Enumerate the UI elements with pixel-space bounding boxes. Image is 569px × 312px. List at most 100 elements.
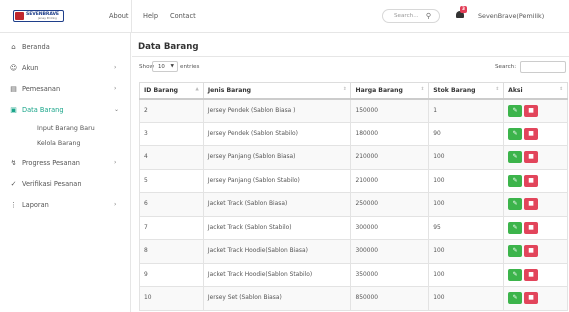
sort-icon: ⇕ bbox=[420, 87, 425, 92]
table-row: 7 Jacket Track (Sablon Stabilo) 300000 95 ✎ ■ bbox=[139, 215, 568, 240]
sidebar-item-verifikasi-pesanan[interactable]: Verifikasi Pesanan bbox=[22, 180, 82, 188]
cell-stok-barang: 100 bbox=[428, 145, 505, 170]
pencil-icon: ✎ bbox=[512, 176, 518, 184]
pencil-icon: ✎ bbox=[512, 294, 518, 302]
column-header-label: ID Barang bbox=[144, 86, 179, 94]
column-header-label: Harga Barang bbox=[355, 86, 403, 94]
edit-button[interactable]: ✎ bbox=[508, 198, 523, 211]
sidebar-item-pemesanan[interactable]: Pemesanan bbox=[22, 85, 60, 93]
main-content: Data Barang Show 10 ▼ entries Search: ID… bbox=[132, 33, 569, 312]
brand-logo[interactable]: SEVENBRAVE Jersey Printing bbox=[13, 10, 64, 22]
cell-jenis-barang: Jersey Pendek (Sablon Stabilo) bbox=[202, 121, 352, 146]
sidebar-subitem-kelola-barang[interactable]: Kelola Barang bbox=[37, 140, 81, 147]
delete-button[interactable]: ■ bbox=[524, 104, 539, 117]
report-icon: ⋮ bbox=[10, 201, 17, 209]
trash-icon: ■ bbox=[528, 176, 534, 184]
delete-button[interactable]: ■ bbox=[524, 268, 539, 281]
logo-subtext: Jersey Printing bbox=[38, 17, 57, 20]
column-header-harga-barang[interactable]: Harga Barang ⇕ bbox=[350, 82, 430, 100]
delete-button[interactable]: ■ bbox=[524, 127, 539, 140]
caret-down-icon: ▼ bbox=[170, 64, 174, 69]
sidebar-item-akun[interactable]: Akun bbox=[22, 64, 38, 72]
cell-stok-barang: 100 bbox=[428, 239, 505, 264]
top-navbar: SEVENBRAVE Jersey Printing About Help Co… bbox=[0, 0, 569, 33]
user-icon: ☺ bbox=[9, 64, 18, 72]
cell-harga-barang: 150000 bbox=[350, 98, 430, 123]
cell-jenis-barang: Jacket Track Hoodie(Sablon Biasa) bbox=[202, 239, 352, 264]
edit-button[interactable]: ✎ bbox=[508, 245, 523, 258]
box-icon: ▣ bbox=[10, 106, 17, 114]
cell-harga-barang: 210000 bbox=[350, 168, 430, 193]
chevron-down-icon: ⌄ bbox=[114, 106, 120, 113]
pencil-icon: ✎ bbox=[512, 200, 518, 208]
cell-aksi: ✎ ■ bbox=[503, 192, 568, 217]
cell-stok-barang: 100 bbox=[428, 168, 505, 193]
cell-id-barang: 9 bbox=[139, 262, 204, 287]
logo-mark bbox=[15, 12, 24, 20]
cell-id-barang: 7 bbox=[139, 215, 204, 240]
cell-id-barang: 3 bbox=[139, 121, 204, 146]
cell-id-barang: 4 bbox=[139, 145, 204, 170]
table-search-input[interactable] bbox=[520, 61, 566, 73]
pencil-icon: ✎ bbox=[512, 247, 518, 255]
cell-id-barang: 8 bbox=[139, 239, 204, 264]
delete-button[interactable]: ■ bbox=[524, 198, 539, 211]
edit-button[interactable]: ✎ bbox=[508, 104, 523, 117]
sort-icon: ⇕ bbox=[342, 87, 347, 92]
edit-button[interactable]: ✎ bbox=[508, 127, 523, 140]
column-header-stok-barang[interactable]: Stok Barang ⇕ bbox=[428, 82, 505, 100]
cell-harga-barang: 210000 bbox=[350, 145, 430, 170]
table-row: 10 Jersey Set (Sablon Biasa) 850000 100 ✎ ■ bbox=[139, 286, 568, 311]
entries-per-page-select[interactable]: 10 ▼ bbox=[152, 61, 178, 72]
edit-button[interactable]: ✎ bbox=[508, 221, 523, 234]
cell-stok-barang: 1 bbox=[428, 98, 505, 123]
trash-icon: ■ bbox=[528, 129, 534, 137]
delete-button[interactable]: ■ bbox=[524, 174, 539, 187]
edit-button[interactable]: ✎ bbox=[508, 268, 523, 281]
cell-aksi: ✎ ■ bbox=[503, 145, 568, 170]
page-title: Data Barang bbox=[138, 42, 199, 52]
cell-id-barang: 5 bbox=[139, 168, 204, 193]
cell-aksi: ✎ ■ bbox=[503, 98, 568, 123]
search-icon[interactable]: ⚲ bbox=[426, 12, 431, 20]
sidebar-subitem-input-barang-baru[interactable]: Input Barang Baru bbox=[37, 125, 95, 132]
edit-button[interactable]: ✎ bbox=[508, 174, 523, 187]
help-link[interactable]: Help bbox=[143, 12, 158, 20]
sidebar-item-beranda[interactable]: Beranda bbox=[22, 43, 50, 51]
contact-link[interactable]: Contact bbox=[170, 12, 196, 20]
sidebar: ⌂ Beranda ☺ Akun › ▤ Pemesanan › ▣ Data … bbox=[0, 33, 131, 312]
delete-button[interactable]: ■ bbox=[524, 245, 539, 258]
cell-harga-barang: 300000 bbox=[350, 239, 430, 264]
cell-id-barang: 6 bbox=[139, 192, 204, 217]
column-header-aksi[interactable]: Aksi ⇕ bbox=[503, 82, 568, 100]
cell-stok-barang: 100 bbox=[428, 192, 505, 217]
column-header-jenis-barang[interactable]: Jenis Barang ⇕ bbox=[202, 82, 352, 100]
delete-button[interactable]: ■ bbox=[524, 292, 539, 305]
cell-harga-barang: 850000 bbox=[350, 286, 430, 311]
edit-button[interactable]: ✎ bbox=[508, 292, 523, 305]
title-divider bbox=[132, 56, 569, 57]
sidebar-item-progress-pesanan[interactable]: Progress Pesanan bbox=[22, 159, 80, 167]
chevron-right-icon: › bbox=[114, 159, 117, 166]
progress-icon: ↯ bbox=[10, 159, 17, 167]
delete-button[interactable]: ■ bbox=[524, 151, 539, 164]
cell-jenis-barang: Jersey Set (Sablon Biasa) bbox=[202, 286, 352, 311]
cell-stok-barang: 95 bbox=[428, 215, 505, 240]
table-row: 6 Jacket Track (Sablon Biasa) 250000 100 ✎ ■ bbox=[139, 192, 568, 217]
sidebar-item-laporan[interactable]: Laporan bbox=[22, 201, 49, 209]
about-link[interactable]: About bbox=[109, 12, 129, 20]
trash-icon: ■ bbox=[528, 223, 534, 231]
cell-stok-barang: 90 bbox=[428, 121, 505, 146]
sidebar-item-data-barang[interactable]: Data Barang bbox=[22, 106, 64, 114]
edit-button[interactable]: ✎ bbox=[508, 151, 523, 164]
home-icon: ⌂ bbox=[11, 43, 16, 51]
cell-aksi: ✎ ■ bbox=[503, 286, 568, 311]
column-header-id-barang[interactable]: ID Barang ▲ bbox=[139, 82, 204, 100]
delete-button[interactable]: ■ bbox=[524, 221, 539, 234]
pencil-icon: ✎ bbox=[512, 129, 518, 137]
notification-bell-icon[interactable]: 3 bbox=[455, 6, 467, 20]
user-menu[interactable]: SevenBrave(Pemilik) bbox=[478, 12, 544, 20]
cell-id-barang: 2 bbox=[139, 98, 204, 123]
global-search-input[interactable]: Search... ⚲ bbox=[382, 9, 440, 23]
table-search-label: Search: bbox=[495, 64, 517, 70]
